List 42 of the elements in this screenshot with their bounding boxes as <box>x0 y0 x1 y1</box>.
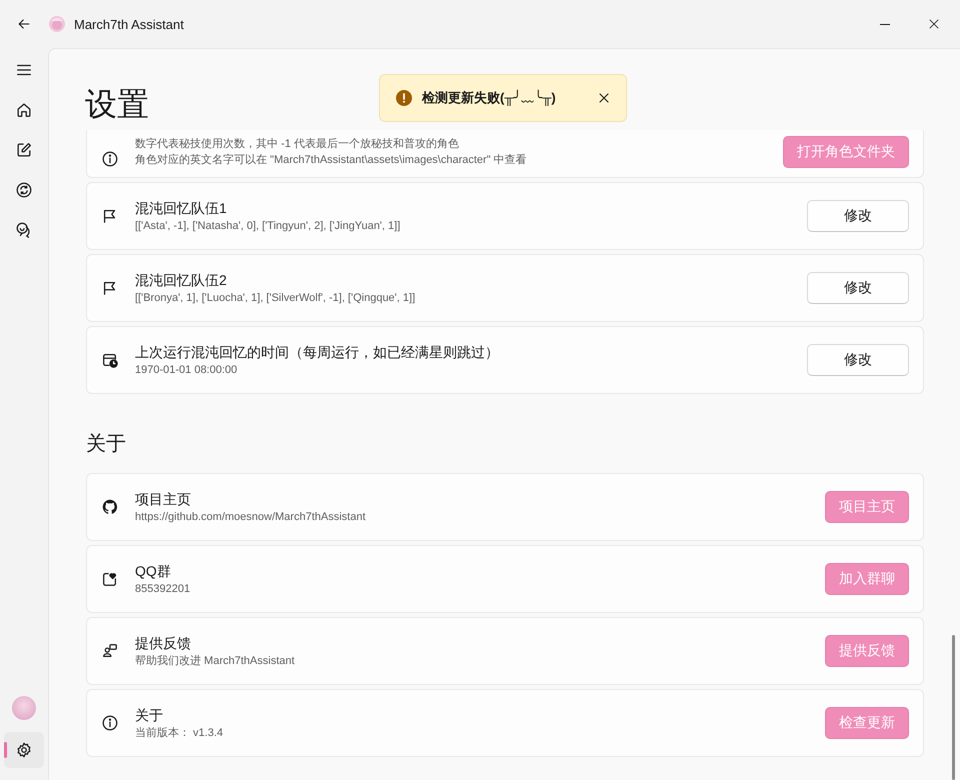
action-button[interactable]: 提供反馈 <box>825 635 909 667</box>
action-button[interactable]: 检查更新 <box>825 707 909 739</box>
setting-description: 帮助我们改进 March7thAssistant <box>135 654 296 668</box>
setting-title: 上次运行混沌回忆的时间（每周运行，如已经满星则跳过） <box>135 342 500 362</box>
setting-description: 当前版本： v1.3.4 <box>135 726 224 740</box>
section-title: 关于 <box>86 432 127 457</box>
action-button[interactable]: 项目主页 <box>825 491 909 523</box>
sync-icon <box>15 181 33 199</box>
setting-description: [['Asta', -1], ['Natasha', 0], ['Tingyun', 2], ['JingYuan', 1]] <box>135 218 402 234</box>
action-button[interactable]: 修改 <box>807 200 909 232</box>
calendar-clock-icon <box>101 351 119 369</box>
action-button[interactable]: 修改 <box>807 272 909 304</box>
setting-title: 混沌回忆队伍2 <box>135 270 228 290</box>
edit-icon <box>15 141 33 159</box>
info-icon <box>101 714 119 732</box>
app-icon <box>48 15 66 33</box>
setting-title: 提供反馈 <box>135 634 192 652</box>
github-icon <box>101 498 119 516</box>
settings-icon <box>15 741 33 759</box>
setting-title: 项目主页 <box>135 490 192 508</box>
setting-description: 角色对应的英文名字可以在 "March7thAssistant\assets\images\character" 中查看 <box>135 152 528 168</box>
action-button[interactable]: 加入群聊 <box>825 563 909 595</box>
info-icon <box>101 150 119 168</box>
setting-description: [['Bronya', 1], ['Luocha', 1], ['SilverWolf', -1], ['Qingque', 1]] <box>135 290 416 306</box>
action-button[interactable]: 打开角色文件夹 <box>783 136 909 168</box>
setting-description: 数字代表秘技使用次数，其中 -1 代表最后一个放秘技和普攻的角色 <box>135 136 460 152</box>
warning-icon <box>396 90 412 106</box>
people-feedback-icon <box>101 642 119 660</box>
setting-description: https://github.com/moesnow/March7thAssistant <box>135 510 366 524</box>
heart-box-icon <box>101 570 119 588</box>
page-title: 设置 <box>85 86 149 122</box>
setting-title: 混沌回忆队伍1 <box>135 198 228 218</box>
action-button[interactable]: 修改 <box>807 344 909 376</box>
setting-title: QQ群 <box>135 562 172 580</box>
toast-message: 检测更新失败(╥╯﹏╰╥) <box>422 89 557 107</box>
settings-nav-item[interactable] <box>4 732 44 768</box>
setting-title: 关于 <box>135 706 164 724</box>
setting-description: 855392201 <box>135 582 192 596</box>
home-icon <box>15 101 33 119</box>
scrollbar[interactable] <box>952 635 955 780</box>
setting-description: 1970-01-01 08:00:00 <box>135 362 238 378</box>
window-title: March7th Assistant <box>74 16 184 32</box>
